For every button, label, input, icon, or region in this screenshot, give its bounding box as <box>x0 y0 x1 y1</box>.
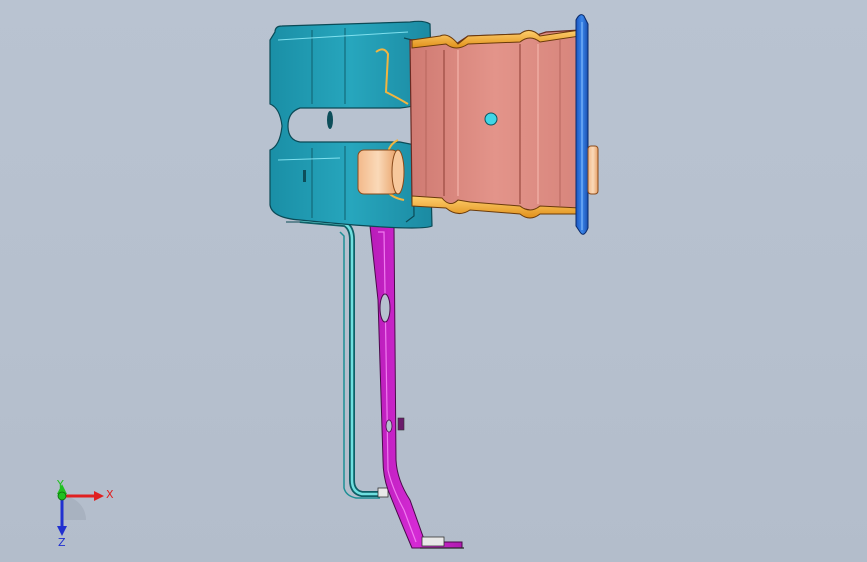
triad-origin-icon <box>57 491 67 501</box>
graphics-viewport[interactable]: X Y Z <box>0 0 867 562</box>
y-axis-label: Y <box>56 480 64 491</box>
x-axis-label: X <box>106 488 114 501</box>
salmon-channel-body[interactable] <box>409 29 581 219</box>
coordinate-triad: X Y Z <box>56 480 114 549</box>
teal-bracket-housing[interactable] <box>269 20 433 229</box>
blue-end-flange[interactable] <box>575 14 599 235</box>
magenta-support-strap[interactable] <box>369 225 464 549</box>
z-axis-label: Z <box>58 536 66 549</box>
cad-model-scene[interactable] <box>0 0 867 562</box>
